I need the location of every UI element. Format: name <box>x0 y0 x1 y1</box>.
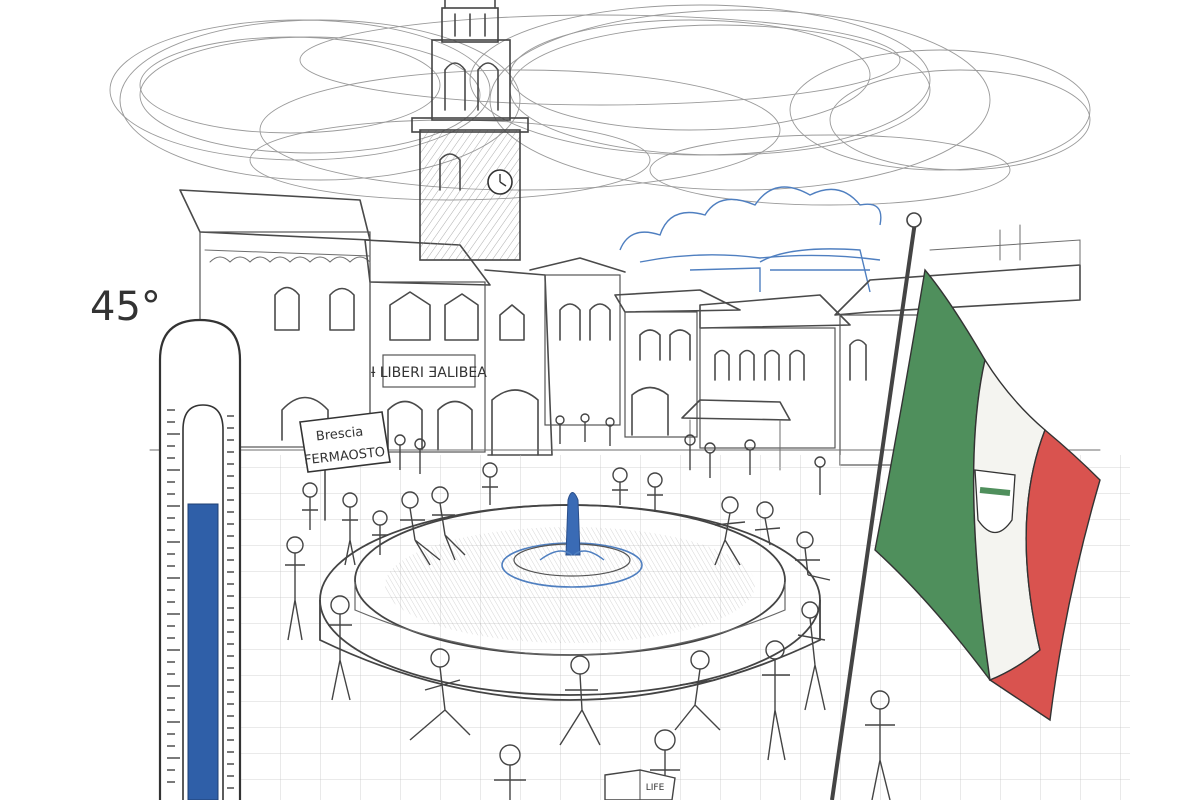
buildings-center-left: Ɨ LIBERI ƎALIBEA <box>364 239 553 456</box>
temperature-reading: 45° <box>90 284 161 330</box>
newspaper-headline: LIFE <box>646 783 665 793</box>
fountain-jet <box>565 492 581 556</box>
blue-clouds <box>619 186 882 263</box>
thermometer: 45° <box>90 284 242 800</box>
person <box>580 413 590 442</box>
person <box>605 417 615 446</box>
cloud-scribbles <box>109 4 1091 206</box>
thermometer-liquid <box>187 503 219 800</box>
flag-crest-icon <box>974 469 1016 534</box>
shop-banner-text: Ɨ LIBERI ƎALIBEA <box>371 365 487 381</box>
sketch-scene: Ɨ LIBERI ƎALIBEA LIFE Brescia FERMAOSTO … <box>90 0 1130 800</box>
person <box>555 415 565 444</box>
